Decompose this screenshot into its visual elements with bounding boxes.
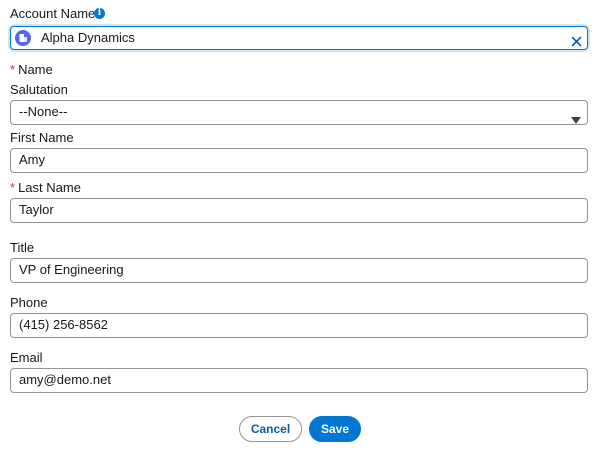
account-name-value: Alpha Dynamics <box>41 30 135 45</box>
last-name-label-text: Last Name <box>18 180 81 195</box>
first-name-value: Amy <box>19 152 45 167</box>
last-name-value: Taylor <box>19 202 54 217</box>
title-value: VP of Engineering <box>19 262 124 277</box>
last-name-input[interactable]: Taylor <box>10 198 588 223</box>
info-icon[interactable]: i <box>94 8 105 19</box>
title-input[interactable]: VP of Engineering <box>10 258 588 283</box>
required-mark: * <box>10 180 16 195</box>
save-button[interactable]: Save <box>309 416 361 442</box>
required-mark: * <box>10 62 16 77</box>
phone-value: (415) 256-8562 <box>19 317 108 332</box>
email-label: Email <box>10 350 43 365</box>
title-label: Title <box>10 240 35 255</box>
first-name-input[interactable]: Amy <box>10 148 588 173</box>
cancel-button[interactable]: Cancel <box>239 416 302 442</box>
close-icon[interactable] <box>571 32 582 54</box>
salutation-label: Salutation <box>10 82 68 97</box>
salutation-value: --None-- <box>19 104 68 119</box>
phone-input[interactable]: (415) 256-8562 <box>10 313 588 338</box>
first-name-label: First Name <box>10 130 74 145</box>
name-section-label: * Name <box>10 62 53 78</box>
salutation-select[interactable]: --None-- <box>10 100 588 125</box>
name-section-label-text: Name <box>18 62 53 77</box>
account-name-lookup[interactable]: Alpha Dynamics <box>10 26 588 50</box>
account-icon <box>15 30 31 53</box>
last-name-label: * Last Name <box>10 180 81 196</box>
account-name-label: Account Name <box>10 6 95 22</box>
account-name-label-text: Account Name <box>10 6 96 21</box>
chevron-down-icon <box>571 109 581 131</box>
phone-label: Phone <box>10 295 48 310</box>
email-input[interactable]: amy@demo.net <box>10 368 588 393</box>
email-value: amy@demo.net <box>19 372 111 387</box>
